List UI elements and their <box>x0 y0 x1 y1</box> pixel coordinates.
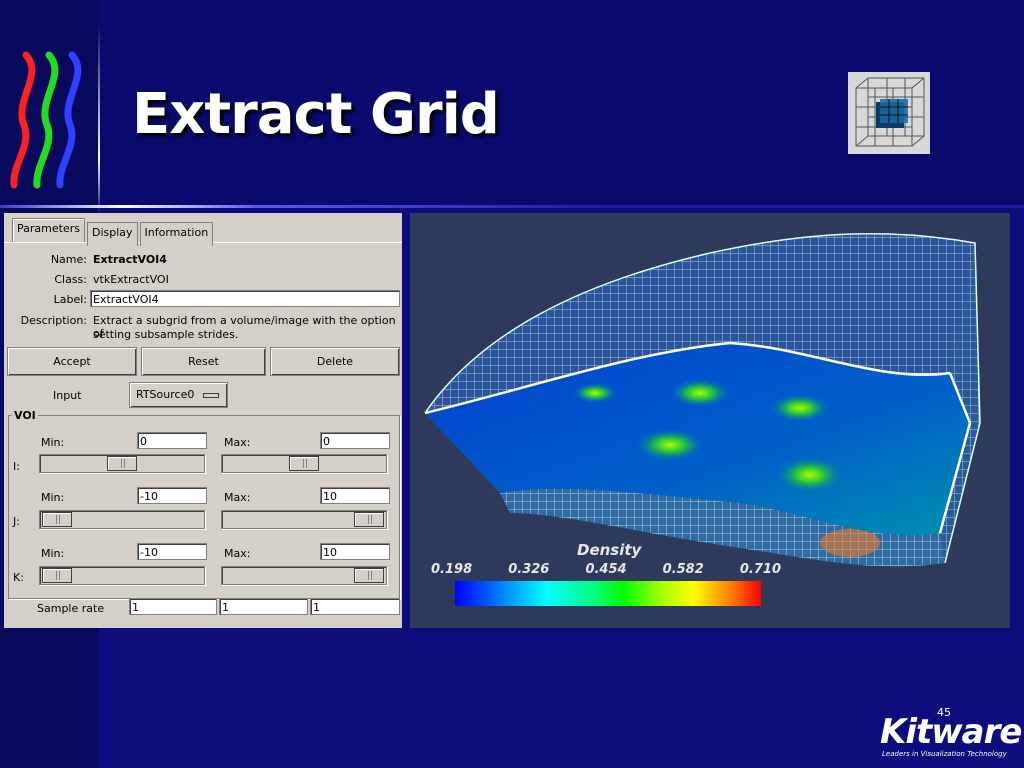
name-label: Name: <box>50 253 87 266</box>
k-max-input[interactable]: 10 <box>320 543 390 560</box>
accept-button[interactable]: Accept <box>7 347 137 376</box>
i-min-input[interactable]: 0 <box>137 432 207 449</box>
horizontal-accent-line <box>0 205 1024 208</box>
slide-title: Extract Grid <box>132 82 500 147</box>
legend-tick-label: 0.326 <box>508 562 550 577</box>
k-axis-label: K: <box>13 571 24 584</box>
legend-title: Density <box>577 541 642 559</box>
k-max-slider[interactable] <box>221 566 387 585</box>
i-max-slider[interactable] <box>221 454 387 473</box>
k-max-slider-handle[interactable] <box>354 568 384 583</box>
input-select-value: RTSource0 <box>136 388 195 401</box>
j-axis-label: J: <box>13 515 20 528</box>
legend-tick-label: 0.454 <box>585 562 627 577</box>
k-min-input[interactable]: -10 <box>137 543 207 560</box>
vertical-accent-line <box>98 25 100 215</box>
legend-tick-labels: 0.198 0.326 0.454 0.582 0.710 <box>431 562 781 577</box>
i-min-label: Min: <box>41 436 65 449</box>
name-value: ExtractVOI4 <box>93 253 167 266</box>
tab-bar: Parameters Display Information <box>12 218 215 246</box>
j-min-slider[interactable] <box>39 510 205 529</box>
j-max-label: Max: <box>224 491 251 504</box>
tab-display[interactable]: Display <box>86 222 138 246</box>
k-min-slider[interactable] <box>39 566 205 585</box>
sample-rate-label: Sample rate <box>37 602 105 615</box>
tab-information[interactable]: Information <box>139 222 214 246</box>
kitware-tagline: Leaders in Visualization Technology <box>882 750 1007 758</box>
i-max-input[interactable]: 0 <box>320 432 390 449</box>
i-min-slider[interactable] <box>39 454 205 473</box>
color-legend-bar <box>455 581 761 606</box>
tab-parameters[interactable]: Parameters <box>12 218 85 242</box>
class-value: vtkExtractVOI <box>93 273 169 286</box>
sample-rate-k-input[interactable]: 1 <box>310 598 400 615</box>
description-label: Description: <box>20 314 87 327</box>
description-line-2: setting subsample strides. <box>93 328 239 341</box>
input-label: Input <box>53 389 82 402</box>
sample-rate-j-input[interactable]: 1 <box>219 598 308 615</box>
reset-button[interactable]: Reset <box>141 347 266 376</box>
k-max-label: Max: <box>224 547 251 560</box>
delete-button[interactable]: Delete <box>270 347 400 376</box>
j-min-label: Min: <box>41 491 65 504</box>
j-max-slider[interactable] <box>221 510 387 529</box>
extract-grid-cube-icon <box>848 72 930 154</box>
vtk-logo-icon <box>10 51 82 189</box>
j-min-slider-handle[interactable] <box>42 512 72 527</box>
legend-tick-label: 0.198 <box>431 562 473 577</box>
i-axis-label: I: <box>13 460 20 473</box>
j-max-slider-handle[interactable] <box>354 512 384 527</box>
i-max-label: Max: <box>224 436 251 449</box>
j-min-input[interactable]: -10 <box>137 487 207 504</box>
input-select[interactable]: RTSource0 <box>129 382 228 408</box>
label-label: Label: <box>53 293 87 306</box>
dropdown-indicator-icon <box>203 393 219 398</box>
voi-title: VOI <box>12 409 38 422</box>
i-max-slider-handle[interactable] <box>289 456 319 471</box>
i-min-slider-handle[interactable] <box>107 456 137 471</box>
j-max-input[interactable]: 10 <box>320 487 390 504</box>
k-min-slider-handle[interactable] <box>42 568 72 583</box>
k-min-label: Min: <box>41 547 65 560</box>
sample-rate-i-input[interactable]: 1 <box>129 598 217 615</box>
legend-tick-label: 0.710 <box>739 562 781 577</box>
properties-panel: Parameters Display Information Name: Ext… <box>4 213 402 628</box>
legend-tick-label: 0.582 <box>662 562 704 577</box>
label-input[interactable]: ExtractVOI4 <box>90 290 400 307</box>
class-label: Class: <box>54 273 87 286</box>
kitware-logo: Kitware <box>880 712 1022 752</box>
